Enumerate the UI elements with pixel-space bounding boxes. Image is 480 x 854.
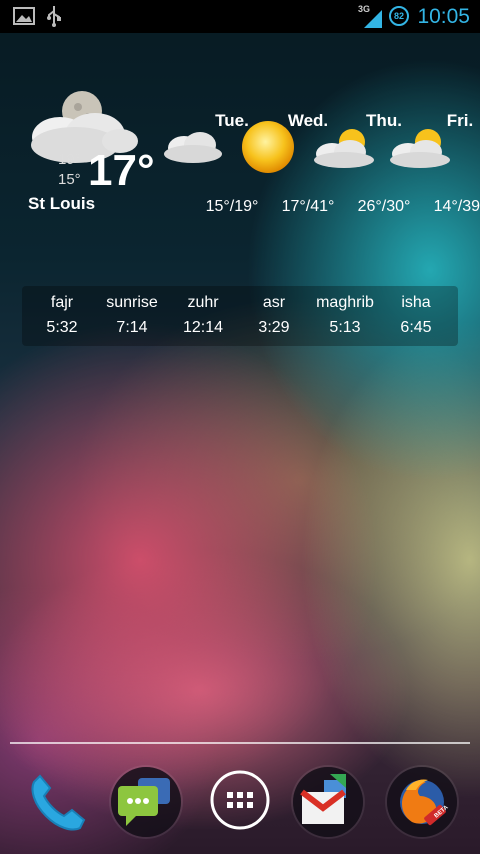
prayer-name: asr xyxy=(262,294,286,311)
forecast-temps: 14°/39° xyxy=(433,198,480,215)
prayer-time: 5:13 xyxy=(329,319,361,336)
battery-level: 82 xyxy=(389,6,409,26)
city-name: St Louis xyxy=(28,194,96,213)
forecast-temps: 15°/19° xyxy=(205,198,259,215)
app-drawer-icon[interactable] xyxy=(204,764,280,840)
prayer-time: 5:32 xyxy=(46,319,78,336)
prayer-name: zuhr xyxy=(187,294,219,311)
phone-icon[interactable] xyxy=(20,764,96,840)
gmail-icon[interactable] xyxy=(290,764,366,840)
prayer-time: 3:29 xyxy=(258,319,290,336)
prayer-times-widget[interactable]: fajr 5:32 sunrise 7:14 zuhr 12:14 asr 3:… xyxy=(22,286,458,346)
usb-icon xyxy=(46,5,62,32)
forecast-temps: 17°/41° xyxy=(281,198,335,215)
prayer-name: fajr xyxy=(50,294,74,311)
prayer-name: sunrise xyxy=(106,294,158,311)
prayer-name: isha xyxy=(401,294,431,311)
weather-widget[interactable]: 19° 15° 17° St Louis Tue. 15°/19° Wed. 1… xyxy=(0,33,480,233)
partly-cloudy-icon xyxy=(386,126,454,173)
messaging-icon[interactable] xyxy=(108,764,184,840)
today-low: 15° xyxy=(58,171,81,188)
signal-icon xyxy=(362,8,384,33)
firefox-beta-icon[interactable]: BETA xyxy=(384,764,460,840)
current-temperature: 17° xyxy=(88,146,155,195)
clock: 10:05 xyxy=(417,5,470,28)
cloud-icon xyxy=(162,128,224,169)
dock-divider xyxy=(10,742,470,744)
prayer-time: 7:14 xyxy=(116,319,148,336)
sun-icon xyxy=(238,117,298,182)
prayer-name: maghrib xyxy=(316,294,374,311)
image-icon xyxy=(13,7,35,30)
prayer-time: 12:14 xyxy=(182,319,224,336)
forecast-temps: 26°/30° xyxy=(357,198,411,215)
today-high: 19° xyxy=(58,151,81,168)
partly-cloudy-icon xyxy=(310,126,378,173)
prayer-time: 6:45 xyxy=(400,319,432,336)
status-bar[interactable]: 3G 82 10:05 xyxy=(0,0,480,33)
